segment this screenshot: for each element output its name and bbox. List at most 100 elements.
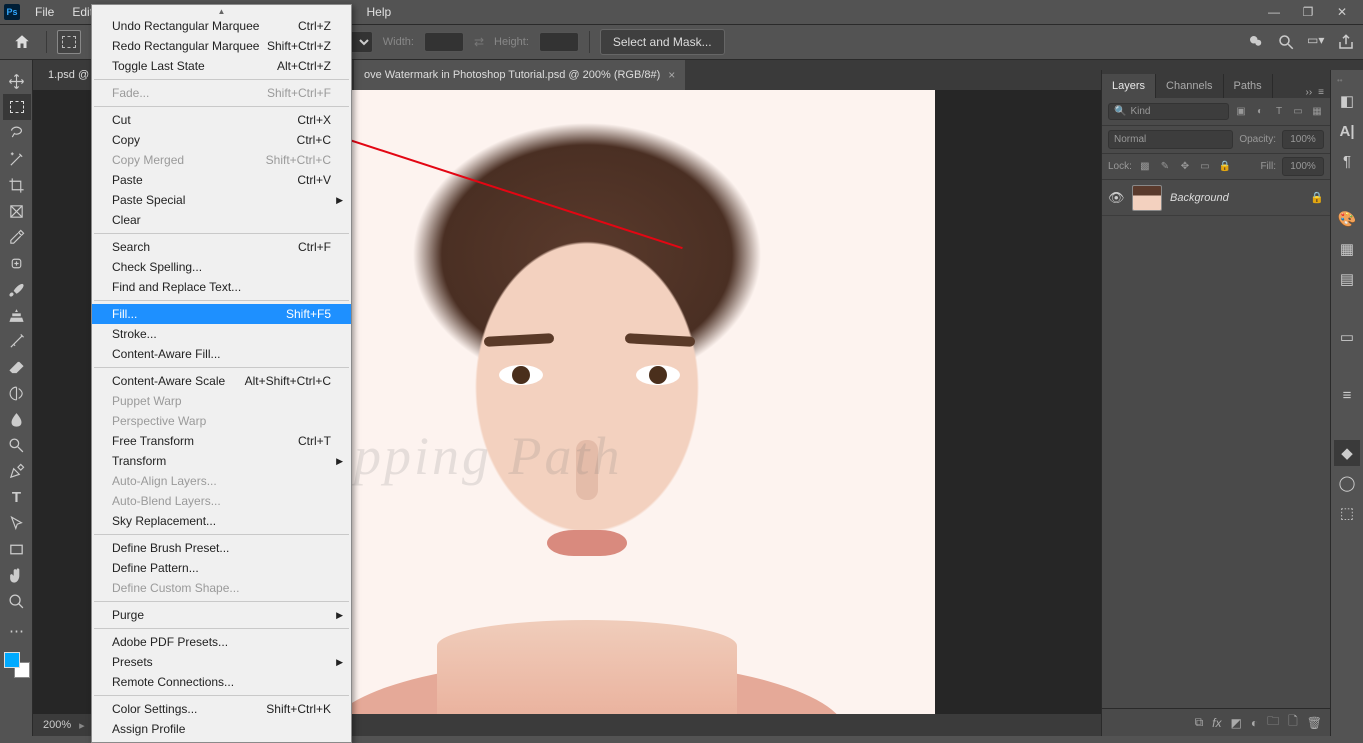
- tab-paths[interactable]: Paths: [1224, 74, 1273, 98]
- chevron-right-icon[interactable]: ▸: [79, 719, 85, 732]
- libraries-panel-icon[interactable]: ◯: [1334, 470, 1360, 496]
- menu-item-free-transform[interactable]: Free TransformCtrl+T: [92, 431, 351, 451]
- gradients-panel-icon[interactable]: ▦: [1334, 236, 1360, 262]
- document-tab-active[interactable]: ove Watermark in Photoshop Tutorial.psd …: [354, 60, 685, 90]
- lock-artboard-icon[interactable]: ▭: [1198, 160, 1212, 174]
- scroll-up-arrow-icon[interactable]: ▲: [92, 8, 351, 16]
- menu-help[interactable]: Help: [357, 1, 400, 23]
- minimize-button[interactable]: —: [1257, 1, 1291, 23]
- lock-all-icon[interactable]: 🔒: [1218, 160, 1232, 174]
- select-and-mask-button[interactable]: Select and Mask...: [600, 29, 725, 55]
- menu-item-transform[interactable]: Transform▶: [92, 451, 351, 471]
- layer-fx-icon[interactable]: fx: [1212, 716, 1221, 730]
- layer-thumbnail[interactable]: [1132, 185, 1162, 211]
- type-tool[interactable]: T: [3, 484, 31, 510]
- blur-tool[interactable]: [3, 406, 31, 432]
- edit-toolbar-icon[interactable]: ⋯: [3, 618, 31, 644]
- new-layer-icon[interactable]: 🗋: [1288, 712, 1298, 733]
- menu-item-clear[interactable]: Clear: [92, 210, 351, 230]
- foreground-color-swatch[interactable]: [4, 652, 20, 668]
- channels-panel-icon[interactable]: ⬚: [1334, 500, 1360, 526]
- gradient-tool[interactable]: [3, 380, 31, 406]
- height-input[interactable]: [539, 32, 579, 52]
- menu-item-redo-rectangular-marquee[interactable]: Redo Rectangular MarqueeShift+Ctrl+Z: [92, 36, 351, 56]
- delete-layer-icon[interactable]: 🗑: [1307, 716, 1322, 730]
- hand-tool[interactable]: [3, 562, 31, 588]
- layer-mask-icon[interactable]: ◩: [1231, 716, 1242, 730]
- color-panel-icon[interactable]: ◧: [1334, 88, 1360, 114]
- menu-item-purge[interactable]: Purge▶: [92, 605, 351, 625]
- layer-name[interactable]: Background: [1170, 192, 1302, 204]
- menu-item-fill[interactable]: Fill...Shift+F5: [92, 304, 351, 324]
- eyedropper-tool[interactable]: [3, 224, 31, 250]
- menu-item-sky-replacement[interactable]: Sky Replacement...: [92, 511, 351, 531]
- menu-item-paste[interactable]: PasteCtrl+V: [92, 170, 351, 190]
- search-icon[interactable]: [1277, 33, 1295, 51]
- menu-item-paste-special[interactable]: Paste Special▶: [92, 190, 351, 210]
- width-input[interactable]: [424, 32, 464, 52]
- swap-wh-icon[interactable]: ⇄: [474, 35, 484, 49]
- zoom-tool[interactable]: [3, 588, 31, 614]
- menu-item-content-aware-fill[interactable]: Content-Aware Fill...: [92, 344, 351, 364]
- menu-item-color-settings[interactable]: Color Settings...Shift+Ctrl+K: [92, 699, 351, 719]
- spot-healing-tool[interactable]: [3, 250, 31, 276]
- menu-item-define-pattern[interactable]: Define Pattern...: [92, 558, 351, 578]
- menu-item-adobe-pdf-presets[interactable]: Adobe PDF Presets...: [92, 632, 351, 652]
- path-selection-tool[interactable]: [3, 510, 31, 536]
- filter-adjust-icon[interactable]: ◐: [1253, 105, 1267, 119]
- tab-channels[interactable]: Channels: [1156, 74, 1223, 98]
- menu-item-toggle-last-state[interactable]: Toggle Last StateAlt+Ctrl+Z: [92, 56, 351, 76]
- menu-item-content-aware-scale[interactable]: Content-Aware ScaleAlt+Shift+Ctrl+C: [92, 371, 351, 391]
- filter-smart-icon[interactable]: ▦: [1310, 105, 1324, 119]
- lock-transparent-icon[interactable]: ▩: [1138, 160, 1152, 174]
- rectangle-tool[interactable]: [3, 536, 31, 562]
- history-brush-tool[interactable]: [3, 328, 31, 354]
- rail-handle-icon[interactable]: ••: [1337, 76, 1357, 84]
- edit-menu-dropdown[interactable]: ▲ Undo Rectangular MarqueeCtrl+ZRedo Rec…: [91, 4, 352, 743]
- share-icon[interactable]: [1337, 33, 1355, 51]
- layer-row-background[interactable]: 👁 Background 🔒: [1102, 180, 1330, 216]
- adjustments-panel-icon[interactable]: ≡: [1334, 382, 1360, 408]
- opacity-input[interactable]: 100%: [1282, 130, 1324, 149]
- visibility-icon[interactable]: 👁: [1108, 190, 1124, 206]
- eraser-tool[interactable]: [3, 354, 31, 380]
- close-button[interactable]: ✕: [1325, 1, 1359, 23]
- menu-item-stroke[interactable]: Stroke...: [92, 324, 351, 344]
- layers-panel-icon[interactable]: ◆: [1334, 440, 1360, 466]
- lasso-tool[interactable]: [3, 120, 31, 146]
- group-icon[interactable]: 🗀: [1267, 712, 1279, 733]
- layer-list[interactable]: 👁 Background 🔒: [1102, 180, 1330, 708]
- document-tab[interactable]: 1.psd @: [38, 60, 94, 90]
- layer-filter-kind[interactable]: 🔍 Kind: [1108, 103, 1229, 120]
- menu-item-search[interactable]: SearchCtrl+F: [92, 237, 351, 257]
- paragraph-panel-icon[interactable]: ¶: [1334, 148, 1360, 174]
- fill-input[interactable]: 100%: [1282, 157, 1324, 176]
- tab-layers[interactable]: Layers: [1102, 74, 1156, 98]
- brush-tool[interactable]: [3, 276, 31, 302]
- home-button[interactable]: [8, 28, 36, 56]
- filter-pixel-icon[interactable]: ▣: [1234, 105, 1248, 119]
- link-layers-icon[interactable]: ⧉: [1195, 715, 1204, 730]
- menu-item-cut[interactable]: CutCtrl+X: [92, 110, 351, 130]
- panel-menu-icon[interactable]: ≡: [1318, 87, 1324, 98]
- menu-item-define-brush-preset[interactable]: Define Brush Preset...: [92, 538, 351, 558]
- pen-tool[interactable]: [3, 458, 31, 484]
- filter-type-icon[interactable]: T: [1272, 105, 1286, 119]
- adjustment-layer-icon[interactable]: ◐: [1251, 716, 1258, 730]
- properties-panel-icon[interactable]: ▭: [1334, 324, 1360, 350]
- dodge-tool[interactable]: [3, 432, 31, 458]
- marquee-tool-preset[interactable]: [57, 30, 81, 54]
- frame-tool[interactable]: [3, 198, 31, 224]
- menu-item-remote-connections[interactable]: Remote Connections...: [92, 672, 351, 692]
- move-tool[interactable]: [3, 68, 31, 94]
- menu-item-copy[interactable]: CopyCtrl+C: [92, 130, 351, 150]
- swatches-panel-icon[interactable]: 🎨: [1334, 206, 1360, 232]
- lock-position-icon[interactable]: ✥: [1178, 160, 1192, 174]
- menu-item-assign-profile[interactable]: Assign Profile: [92, 719, 351, 739]
- blend-mode-select[interactable]: Normal: [1108, 130, 1233, 149]
- menu-item-check-spelling[interactable]: Check Spelling...: [92, 257, 351, 277]
- menu-file[interactable]: File: [26, 1, 63, 23]
- rectangular-marquee-tool[interactable]: [3, 94, 31, 120]
- crop-tool[interactable]: [3, 172, 31, 198]
- workspace-icon[interactable]: ▭▾: [1307, 33, 1325, 51]
